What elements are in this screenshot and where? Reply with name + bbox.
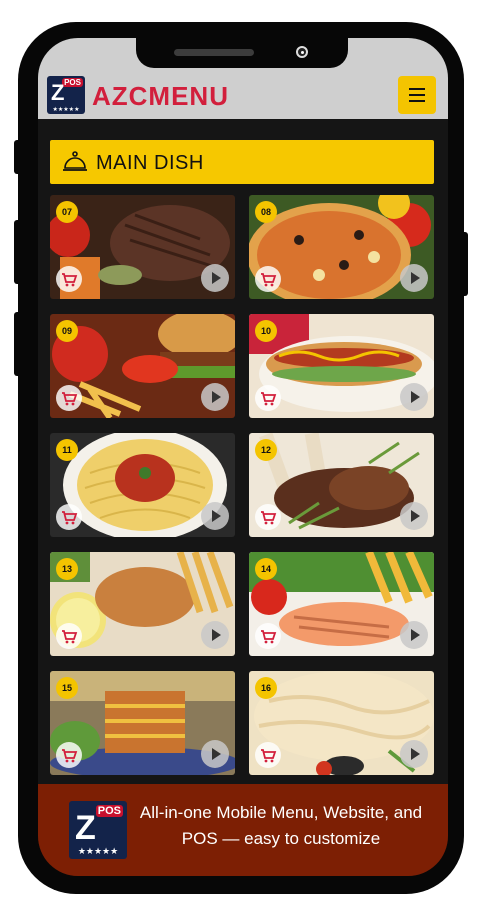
item-number: 13 <box>56 558 78 580</box>
banner-text: All-in-one Mobile Menu, Website, and POS… <box>139 803 423 848</box>
logo-badge: POS <box>95 805 123 817</box>
cart-icon <box>261 749 277 763</box>
dish-card[interactable]: 14 <box>249 552 434 656</box>
dish-card[interactable]: 09 <box>50 314 235 418</box>
phone-screen: POS Z ★★★★★ AZCMENU MAIN DISH 07 08 09 1… <box>38 38 448 876</box>
category-title: MAIN DISH <box>96 152 204 174</box>
cart-icon <box>261 273 277 287</box>
dish-card[interactable]: 10 <box>249 314 434 418</box>
cart-icon <box>62 749 78 763</box>
item-number: 15 <box>56 677 78 699</box>
item-number: 12 <box>255 439 277 461</box>
add-to-cart-button[interactable] <box>255 742 281 768</box>
cart-icon <box>261 511 277 525</box>
banner-logo-icon: POS Z ★★★★★ <box>69 801 127 859</box>
add-to-cart-button[interactable] <box>56 504 82 530</box>
item-number: 09 <box>56 320 78 342</box>
menu-button[interactable] <box>398 76 436 114</box>
logo-stars: ★★★★★ <box>52 107 80 113</box>
add-to-cart-button[interactable] <box>56 742 82 768</box>
item-number: 07 <box>56 201 78 223</box>
play-video-button[interactable] <box>201 264 229 292</box>
cart-icon <box>261 392 277 406</box>
dish-card[interactable]: 08 <box>249 195 434 299</box>
play-video-button[interactable] <box>201 502 229 530</box>
dish-card[interactable]: 15 <box>50 671 235 775</box>
logo-letter: Z <box>75 809 96 847</box>
add-to-cart-button[interactable] <box>56 623 82 649</box>
item-number: 11 <box>56 439 78 461</box>
serving-cloche-icon <box>63 151 87 171</box>
item-number: 10 <box>255 320 277 342</box>
play-video-button[interactable] <box>201 383 229 411</box>
dish-card[interactable]: 13 <box>50 552 235 656</box>
category-header: MAIN DISH <box>50 140 434 184</box>
promo-banner: POS Z ★★★★★ All-in-one Mobile Menu, Webs… <box>38 784 448 876</box>
add-to-cart-button[interactable] <box>255 266 281 292</box>
speaker <box>174 49 254 56</box>
add-to-cart-button[interactable] <box>255 504 281 530</box>
cart-icon <box>62 630 78 644</box>
cart-icon <box>62 392 78 406</box>
logo-letter: Z <box>51 80 65 105</box>
brand-name[interactable]: AZCMENU <box>92 81 229 112</box>
logo-stars: ★★★★★ <box>77 846 119 856</box>
play-video-button[interactable] <box>400 264 428 292</box>
dish-card[interactable]: 07 <box>50 195 235 299</box>
dish-card[interactable]: 16 <box>249 671 434 775</box>
logo-icon[interactable]: POS Z ★★★★★ <box>47 76 85 114</box>
cart-icon <box>62 273 78 287</box>
add-to-cart-button[interactable] <box>255 623 281 649</box>
play-video-button[interactable] <box>400 621 428 649</box>
item-number: 16 <box>255 677 277 699</box>
item-number: 14 <box>255 558 277 580</box>
cart-icon <box>261 630 277 644</box>
dish-card[interactable]: 11 <box>50 433 235 537</box>
play-video-button[interactable] <box>400 502 428 530</box>
item-number: 08 <box>255 201 277 223</box>
add-to-cart-button[interactable] <box>56 266 82 292</box>
notch <box>136 38 348 68</box>
logo-badge: POS <box>62 78 83 87</box>
dish-card[interactable]: 12 <box>249 433 434 537</box>
play-video-button[interactable] <box>201 621 229 649</box>
add-to-cart-button[interactable] <box>255 385 281 411</box>
play-video-button[interactable] <box>400 383 428 411</box>
play-video-button[interactable] <box>201 740 229 768</box>
add-to-cart-button[interactable] <box>56 385 82 411</box>
play-video-button[interactable] <box>400 740 428 768</box>
camera-icon <box>296 46 308 58</box>
cart-icon <box>62 511 78 525</box>
